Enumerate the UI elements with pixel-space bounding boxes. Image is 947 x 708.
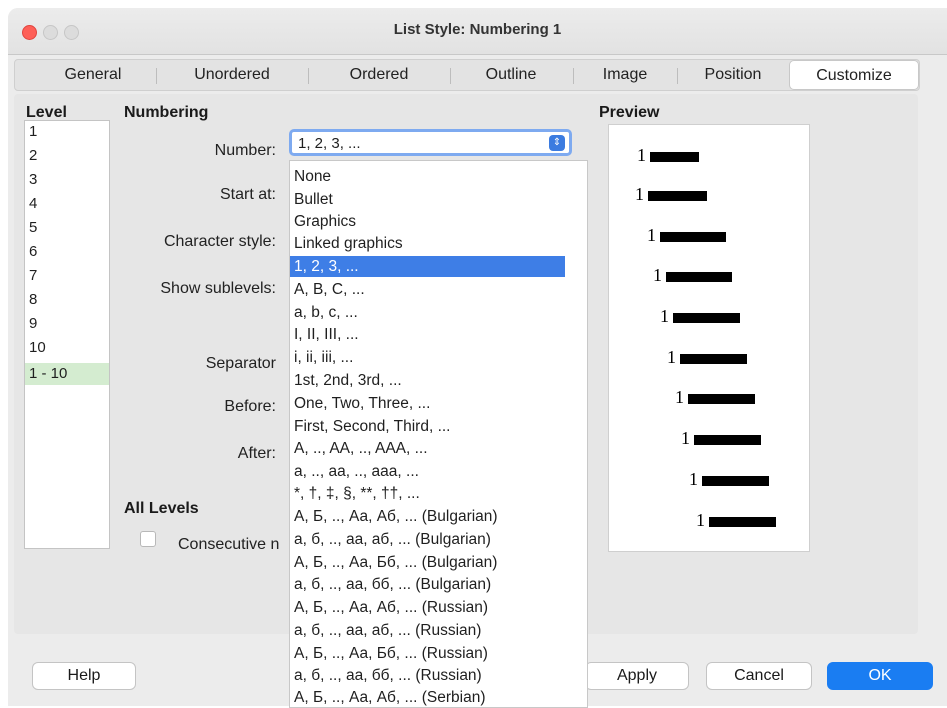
tab-position[interactable]: Position bbox=[679, 60, 787, 90]
preview-heading: Preview bbox=[599, 104, 660, 121]
dropdown-option[interactable]: None bbox=[290, 166, 565, 187]
background-strip bbox=[0, 0, 8, 706]
updown-arrows-icon[interactable]: ⇕ bbox=[549, 135, 565, 151]
dropdown-option[interactable]: а, б, .., аа, бб, ... (Russian) bbox=[290, 665, 565, 686]
level-item-selected[interactable]: 1 - 10 bbox=[25, 363, 109, 385]
tab-customize[interactable]: Customize bbox=[789, 60, 919, 90]
dropdown-option[interactable]: а, б, .., аа, аб, ... (Bulgarian) bbox=[290, 529, 565, 550]
help-button[interactable]: Help bbox=[32, 662, 136, 690]
dropdown-option[interactable]: А, Б, .., Аа, Аб, ... (Bulgarian) bbox=[290, 506, 565, 527]
dropdown-option[interactable]: I, II, III, ... bbox=[290, 324, 565, 345]
number-select-value: 1, 2, 3, ... bbox=[298, 135, 361, 152]
number-dropdown-list[interactable]: None Bullet Graphics Linked graphics 1, … bbox=[289, 160, 588, 708]
start-at-label: Start at: bbox=[219, 186, 276, 203]
level-item[interactable]: 1 bbox=[29, 123, 37, 140]
dropdown-option[interactable]: a, b, c, ... bbox=[290, 302, 565, 323]
tab-unordered[interactable]: Unordered bbox=[157, 60, 307, 90]
level-item[interactable]: 3 bbox=[29, 171, 37, 188]
window-title: List Style: Numbering 1 bbox=[393, 21, 562, 38]
all-levels-heading: All Levels bbox=[124, 500, 199, 517]
dropdown-option[interactable]: А, Б, .., Аа, Аб, ... (Russian) bbox=[290, 597, 565, 618]
dropdown-option[interactable]: *, †, ‡, §, **, ††, ... bbox=[290, 483, 565, 504]
dropdown-option-selected[interactable]: 1, 2, 3, ... bbox=[290, 256, 565, 277]
level-item[interactable]: 9 bbox=[29, 315, 37, 332]
apply-button[interactable]: Apply bbox=[585, 662, 689, 690]
dropdown-option[interactable]: А, Б, .., Аа, Аб, ... (Serbian) bbox=[290, 687, 565, 707]
level-item[interactable]: 10 bbox=[29, 339, 46, 356]
before-label: Before: bbox=[224, 398, 276, 415]
dropdown-option[interactable]: One, Two, Three, ... bbox=[290, 393, 565, 414]
level-item[interactable]: 2 bbox=[29, 147, 37, 164]
level-item[interactable]: 6 bbox=[29, 243, 37, 260]
dropdown-option[interactable]: 1st, 2nd, 3rd, ... bbox=[290, 370, 565, 391]
show-sublevels-label: Show sublevels: bbox=[160, 280, 276, 297]
ok-button[interactable]: OK bbox=[827, 662, 933, 690]
dropdown-option[interactable]: i, ii, iii, ... bbox=[290, 347, 565, 368]
number-label: Number: bbox=[214, 142, 276, 159]
preview-pane: 1 1 1 1 1 1 1 1 1 1 bbox=[608, 124, 810, 552]
title-bar: List Style: Numbering 1 bbox=[8, 8, 947, 55]
tab-divider bbox=[573, 68, 574, 84]
level-list[interactable]: 1 2 3 4 5 6 7 8 9 10 1 - 10 bbox=[24, 120, 110, 549]
level-item[interactable]: 5 bbox=[29, 219, 37, 236]
tab-image[interactable]: Image bbox=[575, 60, 675, 90]
cancel-button[interactable]: Cancel bbox=[706, 662, 812, 690]
dropdown-option[interactable]: Graphics bbox=[290, 211, 565, 232]
level-item[interactable]: 4 bbox=[29, 195, 37, 212]
tab-divider bbox=[677, 68, 678, 84]
tab-general[interactable]: General bbox=[23, 60, 163, 90]
dropdown-option[interactable]: А, Б, .., Аа, Бб, ... (Bulgarian) bbox=[290, 552, 565, 573]
consecutive-numbering-label: Consecutive n bbox=[178, 536, 280, 553]
dropdown-option[interactable]: Bullet bbox=[290, 189, 565, 210]
tab-bar: General Unordered Ordered Outline Image … bbox=[14, 59, 920, 91]
dropdown-option[interactable]: A, .., AA, .., AAA, ... bbox=[290, 438, 565, 459]
consecutive-numbering-checkbox[interactable] bbox=[140, 531, 156, 547]
dropdown-option[interactable]: a, .., aa, .., aaa, ... bbox=[290, 461, 565, 482]
tab-outline[interactable]: Outline bbox=[451, 60, 571, 90]
dropdown-option[interactable]: First, Second, Third, ... bbox=[290, 416, 565, 437]
dropdown-option[interactable]: а, б, .., аа, бб, ... (Bulgarian) bbox=[290, 574, 565, 595]
dropdown-option[interactable]: Linked graphics bbox=[290, 233, 565, 254]
dropdown-option[interactable]: а, б, .., аа, аб, ... (Russian) bbox=[290, 620, 565, 641]
numbering-heading: Numbering bbox=[124, 104, 209, 121]
level-item[interactable]: 7 bbox=[29, 267, 37, 284]
separator-label: Separator bbox=[205, 355, 276, 372]
number-select[interactable]: 1, 2, 3, ... ⇕ bbox=[289, 129, 572, 156]
character-style-label: Character style: bbox=[163, 233, 276, 250]
dropdown-option[interactable]: A, B, C, ... bbox=[290, 279, 565, 300]
after-label: After: bbox=[237, 445, 276, 462]
tab-ordered[interactable]: Ordered bbox=[309, 60, 449, 90]
level-item[interactable]: 8 bbox=[29, 291, 37, 308]
dropdown-option[interactable]: А, Б, .., Аа, Бб, ... (Russian) bbox=[290, 643, 565, 664]
